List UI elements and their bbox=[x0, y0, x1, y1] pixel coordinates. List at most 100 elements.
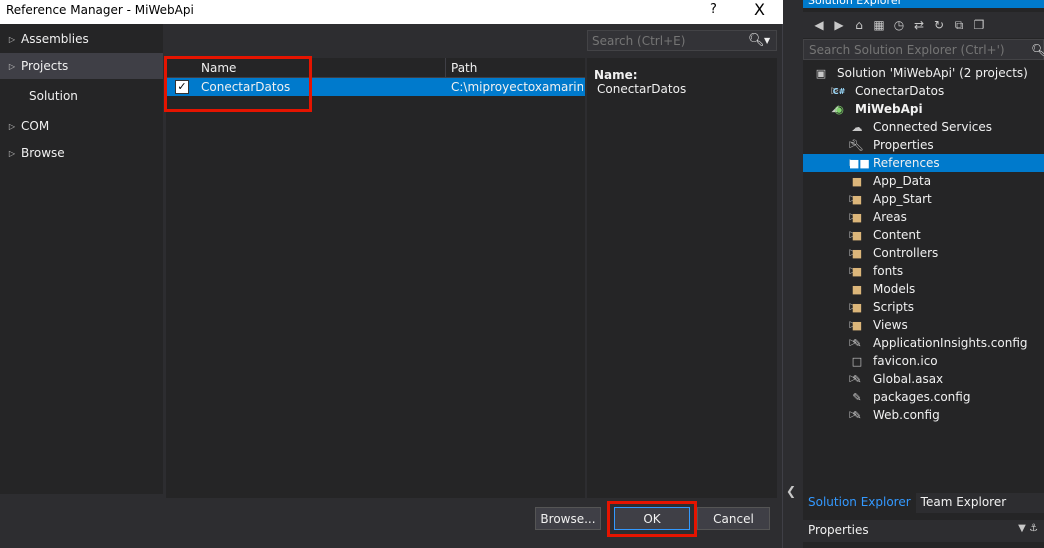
nav-item-projects[interactable]: ▷ Projects bbox=[0, 53, 163, 79]
home-icon[interactable]: ⌂ bbox=[851, 18, 867, 32]
tree-item-label: App_Data bbox=[873, 174, 932, 188]
tree-item-label: Solution 'MiWebApi' (2 projects) bbox=[837, 66, 1028, 80]
tree-item-label: Controllers bbox=[873, 246, 939, 260]
tree-item-label: Properties bbox=[873, 138, 934, 152]
back-icon[interactable]: ◀ bbox=[811, 18, 827, 32]
tree-item[interactable]: ▷ ✎ ApplicationInsights.config bbox=[803, 334, 1044, 352]
expand-arrow-icon: ▷ bbox=[8, 121, 16, 131]
csharp-project-icon: C# bbox=[832, 86, 846, 96]
solution-icon: ▣ bbox=[815, 66, 827, 80]
folder-icon: ■ bbox=[851, 174, 863, 188]
tree-item[interactable]: ◢ ◉ MiWebApi bbox=[803, 100, 1044, 118]
pin-icon[interactable]: ▼ ⚓ bbox=[1018, 523, 1038, 534]
solution-explorer-title: Solution Explorer bbox=[803, 0, 1044, 8]
asax-file-icon: ✎ bbox=[852, 372, 862, 386]
expand-arrow-icon: ▷ bbox=[8, 61, 16, 71]
tree-item[interactable]: ✎ packages.config bbox=[803, 388, 1044, 406]
ok-button[interactable]: OK bbox=[614, 507, 690, 530]
sync-icon[interactable]: ⇄ bbox=[911, 18, 927, 32]
close-button[interactable]: X bbox=[754, 0, 765, 19]
switch-views-icon[interactable]: ▦ bbox=[871, 18, 887, 32]
tree-item-label: Scripts bbox=[873, 300, 915, 314]
folder-icon: ■ bbox=[851, 264, 863, 278]
tab-solution-explorer[interactable]: Solution Explorer bbox=[803, 493, 916, 513]
tree-item-label: Areas bbox=[873, 210, 907, 224]
tree-item-label: MiWebApi bbox=[855, 102, 923, 116]
tree-item-label: favicon.ico bbox=[873, 354, 938, 368]
tree-item[interactable]: ■ App_Data bbox=[803, 172, 1044, 190]
tree-item[interactable]: ☁ Connected Services bbox=[803, 118, 1044, 136]
tree-item-label: ApplicationInsights.config bbox=[873, 336, 1028, 350]
tree-item[interactable]: ▷ ■ App_Start bbox=[803, 190, 1044, 208]
solution-search: 🔍︎ bbox=[803, 39, 1044, 60]
collapse-all-icon[interactable]: ⧉ bbox=[951, 18, 967, 33]
config-file-icon: ✎ bbox=[852, 336, 862, 350]
column-header-path[interactable]: Path bbox=[451, 61, 477, 75]
properties-panel-header: Properties ▼ ⚓ bbox=[803, 520, 1044, 542]
expand-arrow-icon: ▷ bbox=[8, 34, 16, 44]
reference-checkbox[interactable]: ✓ bbox=[175, 80, 189, 94]
chevron-down-icon[interactable]: ▼ bbox=[764, 36, 776, 45]
tree-item[interactable]: ▷ C# ConectarDatos bbox=[803, 82, 1044, 100]
nav-item-com[interactable]: ▷ COM bbox=[0, 113, 163, 139]
tab-team-explorer[interactable]: Team Explorer bbox=[916, 493, 1012, 513]
category-nav: ▷ Assemblies ▷ Projects Solution ▷ COM ▷… bbox=[0, 24, 163, 494]
search-input[interactable] bbox=[588, 33, 748, 48]
nav-label: Solution bbox=[29, 89, 78, 103]
folder-icon: ■ bbox=[851, 228, 863, 242]
reference-grid: Name Path ✓ ConectarDatos C:\miproyectox… bbox=[166, 58, 585, 498]
expand-arrow-icon: ▷ bbox=[8, 148, 16, 158]
grid-header: Name Path bbox=[166, 58, 585, 78]
pending-changes-icon[interactable]: ◷ bbox=[891, 18, 907, 32]
details-label: Name: bbox=[594, 68, 638, 82]
forward-icon[interactable]: ▶ bbox=[831, 18, 847, 32]
nav-label: Assemblies bbox=[21, 32, 89, 46]
reference-search: 🔍︎ ▼ bbox=[587, 30, 777, 51]
solution-search-input[interactable] bbox=[804, 42, 1031, 57]
solution-explorer-toolbar: ◀ ▶ ⌂ ▦ ◷ ⇄ ↻ ⧉ ❐ bbox=[803, 12, 1044, 38]
solution-explorer: Solution Explorer ◀ ▶ ⌂ ▦ ◷ ⇄ ↻ ⧉ ❐ 🔍︎ ▣… bbox=[803, 0, 1044, 548]
column-header-name[interactable]: Name bbox=[201, 61, 236, 75]
tree-item-label: fonts bbox=[873, 264, 904, 278]
tree-item[interactable]: ▣ Solution 'MiWebApi' (2 projects) bbox=[803, 64, 1044, 82]
tree-item[interactable]: ▷ ■ Views bbox=[803, 316, 1044, 334]
search-icon[interactable]: 🔍︎ bbox=[748, 33, 765, 48]
help-button[interactable]: ? bbox=[710, 2, 717, 17]
nav-item-browse[interactable]: ▷ Browse bbox=[0, 140, 163, 166]
tree-item-label: Global.asax bbox=[873, 372, 944, 386]
references-icon: ■■ bbox=[849, 156, 870, 170]
tree-item[interactable]: ▷ ✎ Web.config bbox=[803, 406, 1044, 424]
tree-item[interactable]: ▷ ■ Content bbox=[803, 226, 1044, 244]
cancel-button[interactable]: Cancel bbox=[697, 507, 770, 530]
details-value: ConectarDatos bbox=[597, 82, 687, 96]
tree-item[interactable]: ▷ ■ Areas bbox=[803, 208, 1044, 226]
dialog-title: Reference Manager - MiWebApi bbox=[6, 3, 194, 17]
tree-item[interactable]: ▷ ■ fonts bbox=[803, 262, 1044, 280]
tree-item-label: packages.config bbox=[873, 390, 971, 404]
chevron-left-icon[interactable]: ❮ bbox=[786, 484, 796, 498]
search-icon[interactable]: 🔍︎ bbox=[1031, 43, 1044, 57]
browse-button[interactable]: Browse... bbox=[535, 507, 601, 530]
config-file-icon: ✎ bbox=[852, 390, 862, 404]
table-row[interactable]: ✓ ConectarDatos C:\miproyectoxamarin... bbox=[166, 78, 585, 96]
web-project-icon: ◉ bbox=[834, 102, 844, 116]
tree-item[interactable]: ■ Models bbox=[803, 280, 1044, 298]
tree-item[interactable]: ▷ ■ Scripts bbox=[803, 298, 1044, 316]
nav-item-solution[interactable]: Solution bbox=[0, 83, 163, 109]
refresh-icon[interactable]: ↻ bbox=[931, 18, 947, 32]
row-path: C:\miproyectoxamarin... bbox=[451, 80, 583, 94]
row-name: ConectarDatos bbox=[201, 80, 291, 94]
column-divider[interactable] bbox=[445, 58, 446, 78]
ico-file-icon: □ bbox=[851, 354, 863, 368]
dialog-titlebar: Reference Manager - MiWebApi ? X bbox=[0, 0, 783, 24]
pane-splitter[interactable]: ❮ bbox=[783, 0, 803, 548]
tree-item[interactable]: ▷ ■ Controllers bbox=[803, 244, 1044, 262]
tree-item[interactable]: ▷ 🔧︎ Properties bbox=[803, 136, 1044, 154]
show-all-files-icon[interactable]: ❐ bbox=[971, 18, 987, 32]
nav-item-assemblies[interactable]: ▷ Assemblies bbox=[0, 26, 163, 52]
tree-item[interactable]: □ favicon.ico bbox=[803, 352, 1044, 370]
tree-item[interactable]: ▷ ■■ References bbox=[803, 154, 1044, 172]
tree-item-label: References bbox=[873, 156, 940, 170]
properties-title: Properties bbox=[808, 523, 869, 537]
tree-item[interactable]: ▷ ✎ Global.asax bbox=[803, 370, 1044, 388]
